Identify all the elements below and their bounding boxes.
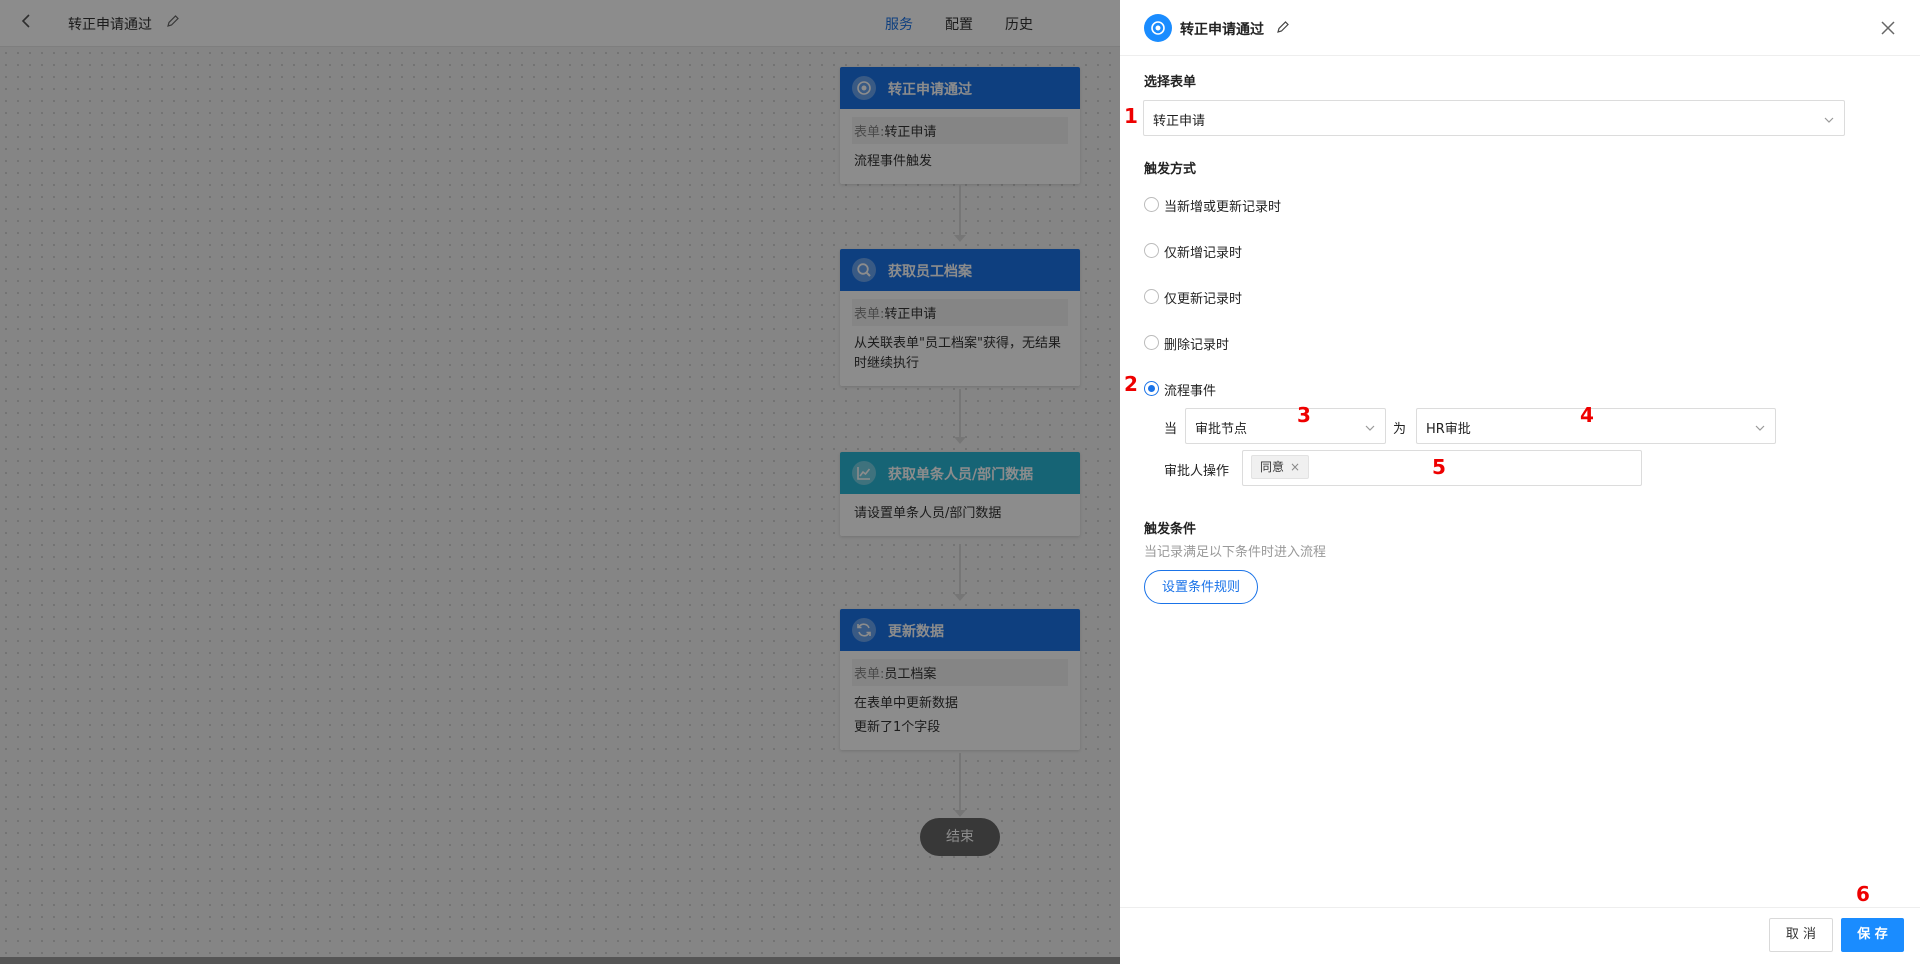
radio-label: 删除记录时 (1164, 338, 1230, 353)
radio-label: 仅新增记录时 (1164, 246, 1243, 261)
form-select[interactable]: 转正申请 (1143, 100, 1845, 136)
condition-hint: 当记录满足以下条件时进入流程 (1144, 545, 1327, 560)
approver-tag[interactable]: 同意 × (1251, 455, 1310, 479)
chevron-down-icon (1755, 421, 1765, 436)
radio-label: 流程事件 (1164, 384, 1217, 399)
annotation-number: 4 (1580, 403, 1594, 427)
annotation-number: 5 (1432, 455, 1446, 479)
horizontal-scrollbar[interactable] (0, 957, 1120, 964)
drawer-title: 转正申请通过 (1180, 22, 1264, 38)
approver-action-label: 审批人操作 (1164, 464, 1230, 479)
annotation-number: 2 (1124, 372, 1138, 396)
radio-label: 仅更新记录时 (1164, 292, 1243, 307)
when-label: 当 (1164, 422, 1178, 437)
edit-title-icon[interactable] (1276, 20, 1290, 38)
modal-overlay[interactable] (0, 0, 1120, 964)
node-type-select[interactable]: 审批节点 (1185, 408, 1386, 444)
node-value: HR审批 (1426, 422, 1471, 437)
radio-circle[interactable] (1144, 335, 1159, 350)
chevron-down-icon (1824, 113, 1834, 128)
close-icon[interactable] (1878, 18, 1898, 38)
save-button[interactable]: 保 存 (1841, 918, 1904, 952)
radio-circle[interactable] (1144, 197, 1159, 212)
drawer-footer-divider (1120, 907, 1920, 908)
annotation-number: 1 (1124, 104, 1138, 128)
set-condition-button[interactable]: 设置条件规则 (1144, 570, 1258, 604)
node-value-select[interactable]: HR审批 (1416, 408, 1776, 444)
section-trigger-mode: 触发方式 (1144, 162, 1197, 177)
annotation-number: 6 (1856, 882, 1870, 906)
tag-label: 同意 (1260, 460, 1285, 474)
radio-circle-selected[interactable] (1144, 381, 1159, 396)
node-type-value: 审批节点 (1195, 422, 1248, 437)
is-label: 为 (1393, 422, 1407, 437)
annotation-number: 3 (1297, 403, 1311, 427)
close-icon[interactable]: × (1290, 460, 1300, 474)
form-select-value: 转正申请 (1153, 114, 1206, 129)
radio-circle[interactable] (1144, 243, 1159, 258)
section-select-form: 选择表单 (1144, 75, 1197, 90)
radio-label: 当新增或更新记录时 (1164, 200, 1282, 215)
section-trigger-condition: 触发条件 (1144, 522, 1197, 537)
radio-circle[interactable] (1144, 289, 1159, 304)
drawer-header: 转正申请通过 (1120, 0, 1920, 56)
cancel-button[interactable]: 取 消 (1769, 918, 1833, 952)
chevron-down-icon (1365, 421, 1375, 436)
target-icon (1144, 14, 1172, 42)
